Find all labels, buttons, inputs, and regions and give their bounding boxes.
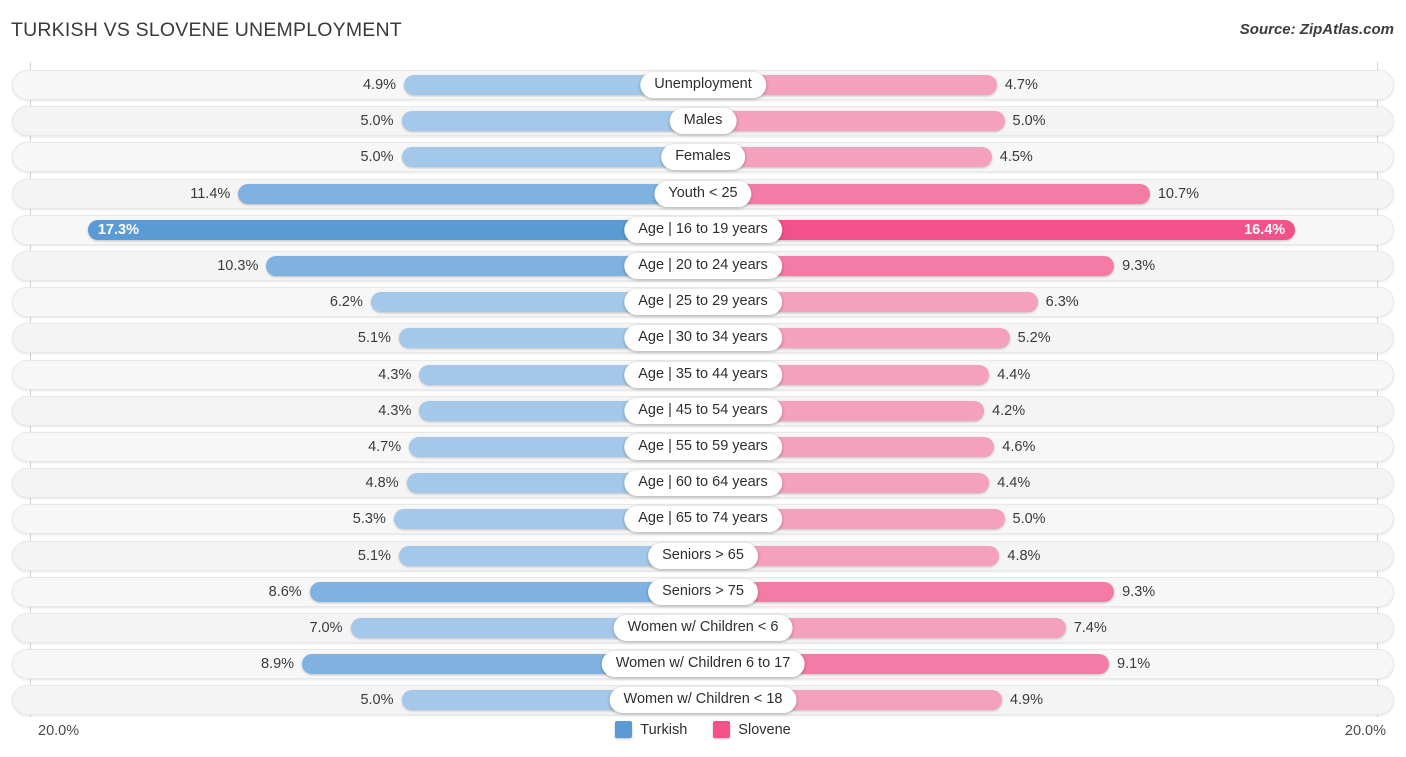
table-row[interactable]: 5.0% 4.5% Females bbox=[12, 142, 1394, 173]
bar-turkish[interactable] bbox=[238, 183, 703, 204]
table-row[interactable]: 11.4% 10.7% Youth < 25 bbox=[12, 178, 1394, 209]
value-label-slovene: 4.4% bbox=[997, 475, 1031, 492]
table-row[interactable]: 7.0% 7.4% Women w/ Children < 6 bbox=[12, 613, 1394, 643]
value-label-turkish: 4.8% bbox=[365, 475, 399, 492]
value-label-slovene: 7.4% bbox=[1073, 620, 1107, 636]
value-label-turkish: 5.0% bbox=[360, 692, 394, 709]
value-label-turkish: 10.3% bbox=[217, 258, 259, 274]
value-label-turkish: 6.2% bbox=[329, 294, 363, 311]
chart-legend: Turkish Slovene bbox=[0, 721, 1406, 738]
legend-label: Slovene bbox=[738, 721, 791, 738]
value-label-turkish: 11.4% bbox=[190, 185, 231, 202]
value-label-slovene: 4.4% bbox=[997, 366, 1031, 383]
category-label-pill[interactable]: Age | 45 to 54 years bbox=[624, 397, 782, 424]
table-row[interactable]: 5.1% 5.2% Age | 30 to 34 years bbox=[12, 323, 1394, 354]
page-title: TURKISH VS SLOVENE UNEMPLOYMENT bbox=[11, 19, 402, 41]
value-label-slovene: 9.1% bbox=[1117, 656, 1151, 673]
category-label-pill[interactable]: Males bbox=[669, 108, 737, 135]
category-label-pill[interactable]: Age | 65 to 74 years bbox=[624, 506, 782, 533]
value-label-slovene: 4.6% bbox=[1002, 439, 1036, 455]
value-label-slovene: 5.0% bbox=[1012, 511, 1046, 528]
table-row[interactable]: 4.7% 4.6% Age | 55 to 59 years bbox=[12, 432, 1394, 462]
category-label-pill[interactable]: Women w/ Children 6 to 17 bbox=[601, 651, 805, 678]
table-row[interactable]: 5.3% 5.0% Age | 65 to 74 years bbox=[12, 504, 1394, 535]
value-label-slovene: 10.7% bbox=[1157, 185, 1199, 202]
table-row[interactable]: 4.9% 4.7% Unemployment bbox=[12, 70, 1394, 100]
value-label-slovene: 4.9% bbox=[1009, 692, 1043, 709]
table-row[interactable]: 6.2% 6.3% Age | 25 to 29 years bbox=[12, 287, 1394, 318]
value-label-turkish: 4.3% bbox=[378, 366, 412, 383]
value-label-turkish: 5.1% bbox=[357, 330, 391, 347]
bar-slovene[interactable] bbox=[703, 183, 1150, 204]
category-label-pill[interactable]: Seniors > 75 bbox=[648, 578, 758, 605]
value-label-turkish: 8.6% bbox=[268, 583, 302, 600]
category-label-pill[interactable]: Age | 60 to 64 years bbox=[624, 470, 782, 497]
value-label-slovene: 6.3% bbox=[1045, 294, 1079, 311]
category-label-pill[interactable]: Age | 25 to 29 years bbox=[624, 289, 782, 316]
bar-slovene[interactable] bbox=[703, 581, 1115, 602]
category-label-pill[interactable]: Age | 30 to 34 years bbox=[624, 325, 782, 352]
legend-item[interactable]: Turkish bbox=[615, 721, 687, 738]
bar-turkish[interactable] bbox=[401, 147, 703, 168]
category-label-pill[interactable]: Youth < 25 bbox=[654, 180, 752, 207]
table-row[interactable]: 4.3% 4.2% Age | 45 to 54 years bbox=[12, 395, 1394, 426]
category-label-pill[interactable]: Age | 16 to 19 years bbox=[624, 216, 782, 243]
legend-item[interactable]: Slovene bbox=[713, 721, 791, 738]
legend-swatch-icon bbox=[713, 721, 731, 738]
category-label-pill[interactable]: Women w/ Children < 18 bbox=[609, 687, 797, 714]
legend-label: Turkish bbox=[640, 721, 688, 738]
chart-page: TURKISH VS SLOVENE UNEMPLOYMENT Source: … bbox=[0, 0, 1406, 757]
value-label-turkish: 5.3% bbox=[352, 511, 386, 528]
category-label-pill[interactable]: Age | 20 to 24 years bbox=[624, 253, 782, 279]
table-row[interactable]: 8.6% 9.3% Seniors > 75 bbox=[12, 576, 1394, 607]
value-label-slovene: 4.7% bbox=[1004, 77, 1038, 93]
bar-slovene[interactable] bbox=[703, 219, 1296, 240]
table-row[interactable]: 10.3% 9.3% Age | 20 to 24 years bbox=[12, 251, 1394, 281]
chart-plot-area: 4.9% 4.7% Unemployment 5.0% 5.0% Males 5.0% 4.5… bbox=[0, 62, 1406, 717]
bar-turkish[interactable] bbox=[401, 111, 703, 132]
value-label-slovene: 4.5% bbox=[999, 149, 1033, 166]
table-row[interactable]: 4.3% 4.4% Age | 35 to 44 years bbox=[12, 359, 1394, 390]
category-label-pill[interactable]: Females bbox=[661, 144, 745, 171]
value-label-turkish: 8.9% bbox=[260, 656, 295, 673]
value-label-turkish: 5.0% bbox=[360, 149, 394, 166]
bar-slovene[interactable] bbox=[703, 111, 1005, 132]
category-label-pill[interactable]: Seniors > 65 bbox=[648, 542, 758, 569]
bar-turkish[interactable] bbox=[309, 581, 703, 602]
legend-swatch-icon bbox=[615, 721, 633, 738]
value-label-turkish: 5.0% bbox=[360, 113, 394, 130]
value-label-slovene: 5.2% bbox=[1017, 330, 1051, 347]
bar-slovene[interactable] bbox=[703, 147, 992, 168]
value-label-turkish: 17.3% bbox=[97, 221, 139, 238]
category-label-pill[interactable]: Unemployment bbox=[640, 72, 766, 98]
table-row[interactable]: 5.0% 5.0% Males bbox=[12, 106, 1394, 137]
value-label-slovene: 9.3% bbox=[1122, 258, 1156, 274]
value-label-slovene: 4.8% bbox=[1007, 547, 1041, 564]
category-label-pill[interactable]: Age | 35 to 44 years bbox=[624, 361, 782, 388]
value-label-slovene: 16.4% bbox=[1244, 221, 1286, 238]
value-label-turkish: 4.7% bbox=[368, 439, 402, 455]
category-label-pill[interactable]: Women w/ Children < 6 bbox=[613, 615, 793, 641]
source-label: Source: ZipAtlas.com bbox=[1239, 21, 1394, 38]
table-row[interactable]: 4.8% 4.4% Age | 60 to 64 years bbox=[12, 468, 1394, 499]
value-label-slovene: 4.2% bbox=[992, 402, 1026, 419]
table-row[interactable]: 8.9% 9.1% Women w/ Children 6 to 17 bbox=[12, 649, 1394, 680]
value-label-turkish: 4.9% bbox=[362, 77, 397, 93]
value-label-slovene: 5.0% bbox=[1012, 113, 1046, 130]
value-label-turkish: 7.0% bbox=[309, 620, 343, 636]
value-label-turkish: 5.1% bbox=[357, 547, 391, 564]
bar-turkish[interactable] bbox=[87, 219, 703, 240]
value-label-turkish: 4.3% bbox=[378, 402, 412, 419]
category-label-pill[interactable]: Age | 55 to 59 years bbox=[624, 434, 782, 460]
value-label-slovene: 9.3% bbox=[1122, 583, 1156, 600]
table-row[interactable]: 5.0% 4.9% Women w/ Children < 18 bbox=[12, 685, 1394, 716]
chart-footer: 20.0% 20.0% Turkish Slovene bbox=[0, 717, 1406, 757]
table-row[interactable]: 5.1% 4.8% Seniors > 65 bbox=[12, 540, 1394, 571]
table-row[interactable]: 17.3% 16.4% Age | 16 to 19 years bbox=[12, 214, 1394, 245]
